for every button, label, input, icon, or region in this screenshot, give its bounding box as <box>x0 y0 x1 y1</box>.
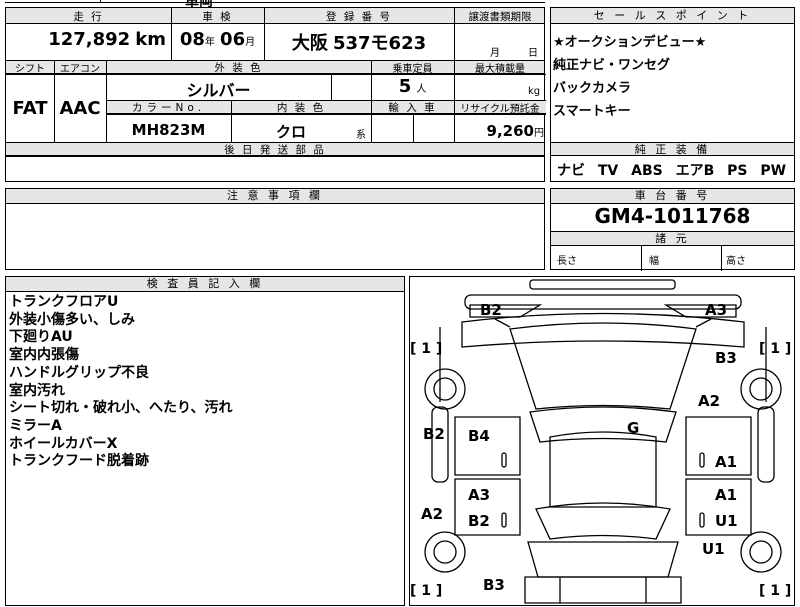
color-no-value: MH823M <box>131 121 206 139</box>
dim-width: 幅 <box>649 256 659 267</box>
sales-points-header: セ ー ル ス ポ イ ン ト <box>551 8 794 24</box>
import-header: 輸 入 車 <box>388 102 437 114</box>
damage-label: A3 <box>705 301 728 319</box>
damage-label: B3 <box>483 576 505 594</box>
genuine-equipment-value: ナビ TV ABS エアB PS PW <box>557 163 787 179</box>
genuine-header: 純 正 装 備 <box>551 142 794 156</box>
dim-height: 高さ <box>726 256 746 267</box>
damage-label: B4 <box>468 427 490 445</box>
inspector-note: 室内内張傷 <box>9 347 79 364</box>
inspector-box: 検 査 員 記 入 欄 トランクフロアU 外装小傷多い、しみ 下廻りAU 室内内… <box>5 276 405 606</box>
notes-header: 注 意 事 項 欄 <box>6 189 544 204</box>
tire-tread-label: [ 1 ] <box>759 583 792 599</box>
inspector-note: トランクフロアU <box>9 294 119 310</box>
inspector-note: トランクフード脱着跡 <box>9 453 149 470</box>
inspector-note: ミラーA <box>9 417 62 434</box>
shift-value: FAT <box>12 98 48 119</box>
interior-color-value: クロ <box>275 123 306 141</box>
interior-color-header: 内 装 色 <box>276 102 326 114</box>
inspector-note: 下廻りAU <box>9 329 73 346</box>
top-border-ticks <box>100 0 101 3</box>
shift-header: シフト <box>15 64 45 75</box>
notes-box: 注 意 事 項 欄 <box>5 188 545 270</box>
car-diagram-box: B2 A3 B3 A2 G B2 B4 A1 A3 A1 A2 B2 U1 U1… <box>409 276 795 606</box>
inspector-notes-list: トランクフロアU 外装小傷多い、しみ 下廻りAU 室内内張傷 ハンドルグリップ不… <box>9 294 232 471</box>
damage-label: A2 <box>698 392 721 410</box>
sales-point-item: バックカメラ <box>553 81 632 96</box>
transfer-month: 月 <box>490 48 500 59</box>
dimensions-header: 諸 元 <box>551 231 794 246</box>
damage-label: B3 <box>715 349 737 367</box>
chassis-box: 車 台 番 号 GM4-1011768 諸 元 長さ 幅 高さ <box>550 188 795 271</box>
mileage-header: 走 行 <box>73 11 104 23</box>
damage-label: B2 <box>423 425 445 443</box>
top-border-lines <box>5 0 545 3</box>
damage-label: B2 <box>468 512 490 530</box>
color-no-header: カラーNo. <box>132 102 205 114</box>
capacity-header: 乗車定員 <box>392 64 433 75</box>
recycle-value: 9,260円 <box>486 122 544 140</box>
sales-point-item: ★オークションデビュー★ <box>553 35 707 50</box>
tire-tread-label: [ 1 ] <box>410 341 443 357</box>
sales-point-item: 純正ナビ・ワンセグ <box>553 58 671 73</box>
inspector-note: 室内汚れ <box>9 382 65 399</box>
inspector-note: ハンドルグリップ不良 <box>9 364 149 381</box>
interior-suffix: 系 <box>356 130 366 141</box>
registration-value: 大阪 537モ623 <box>291 33 427 54</box>
damage-label: G <box>627 419 640 437</box>
chassis-value: GM4-1011768 <box>594 204 751 228</box>
damage-label: U1 <box>715 512 738 530</box>
tire-tread-label: [ 1 ] <box>759 341 792 357</box>
max-load-unit: kg <box>528 86 541 97</box>
registration-header: 登 録 番 号 <box>325 11 392 23</box>
sales-points-box: セ ー ル ス ポ イ ン ト ★オークションデビュー★ 純正ナビ・ワンセグ バ… <box>550 7 795 182</box>
inspection-value: 08年 06月 <box>179 29 256 50</box>
aircon-header: エアコン <box>60 64 100 75</box>
vehicle-info-table: 走 行 車 検 登 録 番 号 譲渡書類期限 127,892 km 08年 06… <box>5 7 546 182</box>
damage-label: U1 <box>702 540 725 558</box>
recycle-header: リサイクル預託金 <box>460 104 540 115</box>
later-parts-header: 後 日 発 送 部 品 <box>224 144 326 156</box>
dim-length: 長さ <box>557 256 577 267</box>
chassis-header: 車 台 番 号 <box>551 189 794 204</box>
inspector-note: シート切れ・破れ小、へたり、汚れ <box>9 400 233 417</box>
capacity-value: 5 人 <box>398 76 427 97</box>
inspector-note: ホイールカバーX <box>9 435 118 452</box>
inspector-note: 外装小傷多い、しみ <box>9 311 135 328</box>
sales-point-item: スマートキー <box>553 104 631 119</box>
damage-label: B2 <box>480 301 502 319</box>
damage-label: A1 <box>715 453 738 471</box>
max-load-header: 最大積載量 <box>475 64 525 75</box>
inspection-header: 車 検 <box>202 11 233 23</box>
inspector-header: 検 査 員 記 入 欄 <box>6 277 404 292</box>
tire-tread-label: [ 1 ] <box>410 583 443 599</box>
transfer-day: 日 <box>528 48 538 59</box>
damage-label: A1 <box>715 486 738 504</box>
damage-label: A2 <box>421 505 444 523</box>
mileage-value: 127,892 km <box>48 29 166 50</box>
exterior-color-value: シルバー <box>186 81 251 100</box>
aircon-value: AAC <box>59 98 101 119</box>
transfer-header: 譲渡書類期限 <box>468 11 532 23</box>
damage-label: A3 <box>468 486 491 504</box>
exterior-color-header: 外 装 色 <box>214 62 263 74</box>
